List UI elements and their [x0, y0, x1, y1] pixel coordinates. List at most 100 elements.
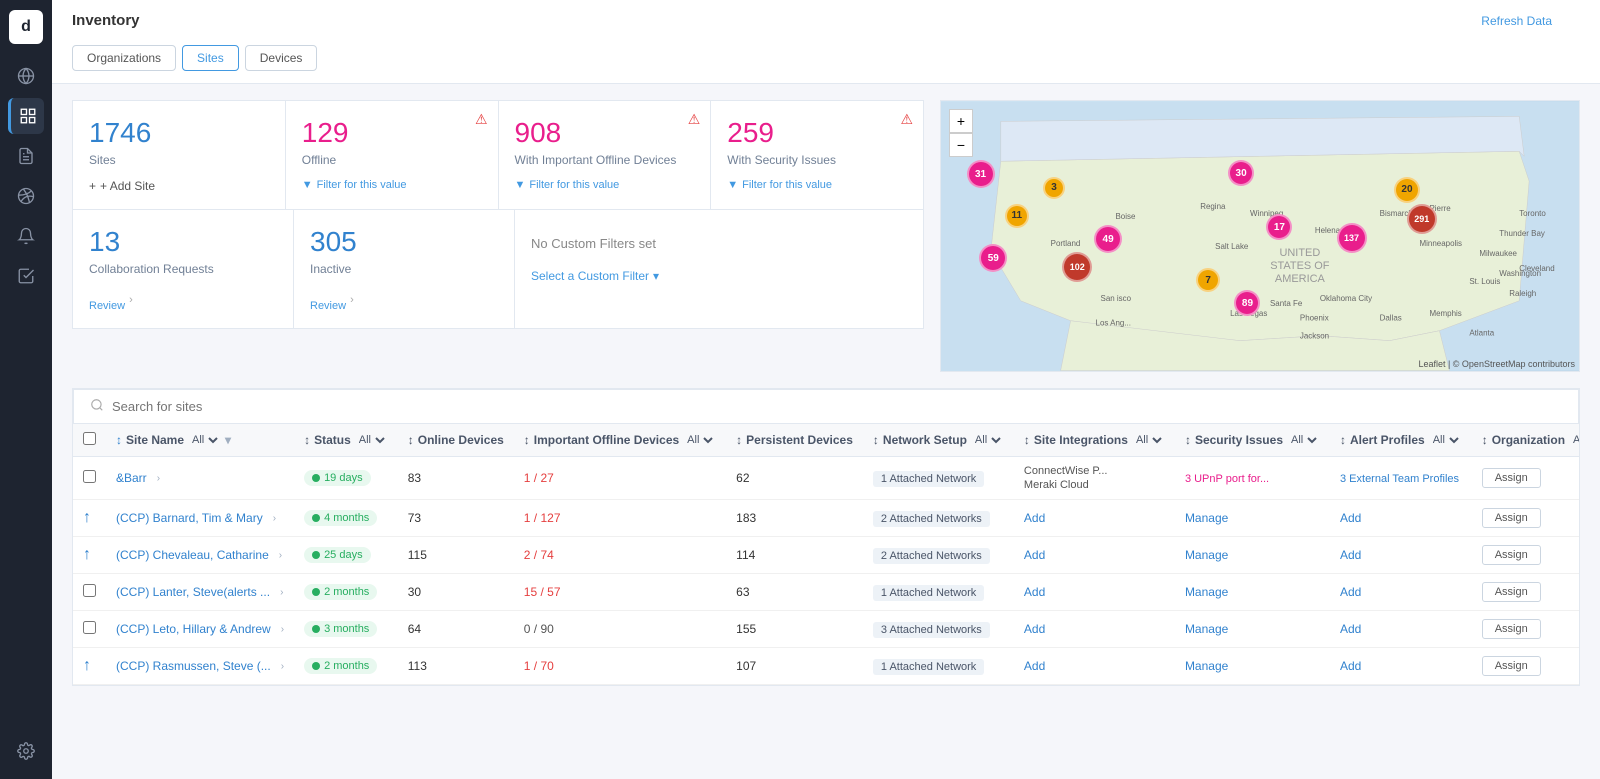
- important-offline-filter-link[interactable]: ▼ Filter for this value: [515, 179, 695, 191]
- alerts-add-link[interactable]: Add: [1340, 622, 1361, 636]
- site-link[interactable]: (CCP) Chevaleau, Catharine: [116, 548, 269, 562]
- row-checkbox[interactable]: [83, 584, 96, 597]
- tab-devices[interactable]: Devices: [245, 45, 318, 71]
- inactive-review-link[interactable]: Review: [310, 300, 346, 312]
- alerts-sort-icon[interactable]: ↕: [1340, 433, 1346, 447]
- alerts-filter[interactable]: All: [1429, 433, 1462, 447]
- offline-filter-link[interactable]: ▼ Filter for this value: [302, 179, 482, 191]
- site-link[interactable]: &Barr: [116, 471, 147, 485]
- cluster-20[interactable]: 20: [1394, 177, 1420, 203]
- row-checkbox[interactable]: [83, 470, 96, 483]
- row-checkbox[interactable]: [83, 621, 96, 634]
- site-name-cell: (CCP) Lanter, Steve(alerts ... ›: [106, 574, 294, 611]
- security-manage-link[interactable]: Manage: [1185, 659, 1228, 673]
- cluster-31[interactable]: 31: [967, 160, 995, 188]
- status-filter[interactable]: All: [355, 433, 388, 447]
- cluster-291[interactable]: 291: [1407, 204, 1437, 234]
- site-link[interactable]: (CCP) Barnard, Tim & Mary: [116, 511, 263, 525]
- alerts-add-link[interactable]: Add: [1340, 659, 1361, 673]
- security-sort-icon[interactable]: ↕: [1185, 433, 1191, 447]
- security-alert-icon: ⚠: [900, 111, 913, 128]
- select-all-checkbox[interactable]: [83, 432, 96, 445]
- cluster-3[interactable]: 3: [1043, 177, 1065, 199]
- sidebar-item-globe[interactable]: [8, 58, 44, 94]
- refresh-data-link[interactable]: Refresh Data: [1481, 14, 1552, 28]
- collab-review-link[interactable]: Review: [89, 300, 125, 312]
- security-manage-link[interactable]: Manage: [1185, 548, 1228, 562]
- assign-button[interactable]: Assign: [1482, 619, 1541, 639]
- integrations-add-link[interactable]: Add: [1024, 511, 1045, 525]
- imp-offline-cell: 1 / 127: [514, 500, 726, 537]
- org-sort-icon[interactable]: ↕: [1482, 433, 1488, 447]
- app-logo[interactable]: d: [9, 10, 43, 44]
- security-cell: Manage: [1175, 500, 1330, 537]
- alerts-add-link[interactable]: Add: [1340, 585, 1361, 599]
- assign-button[interactable]: Assign: [1482, 468, 1541, 488]
- sites-stat-card: 1746 Sites + + Add Site: [72, 100, 286, 209]
- add-site-button[interactable]: + + Add Site: [89, 179, 269, 193]
- imp-offline-filter[interactable]: All: [683, 433, 716, 447]
- network-sort-icon[interactable]: ↕: [873, 433, 879, 447]
- assign-button[interactable]: Assign: [1482, 545, 1541, 565]
- row-expand-icon[interactable]: ›: [280, 587, 283, 598]
- online-cell: 83: [398, 457, 514, 500]
- alerts-add-link[interactable]: Add: [1340, 511, 1361, 525]
- site-link[interactable]: (CCP) Rasmussen, Steve (...: [116, 659, 271, 673]
- online-sort-icon[interactable]: ↕: [408, 433, 414, 447]
- integrations-sort-icon[interactable]: ↕: [1024, 433, 1030, 447]
- map-placeholder: UNITED STATES OF AMERICA Portland Salt L…: [941, 101, 1579, 371]
- sidebar-item-settings[interactable]: [8, 733, 44, 769]
- cluster-11[interactable]: 11: [1005, 204, 1029, 228]
- sidebar-item-reports[interactable]: [8, 138, 44, 174]
- security-filter[interactable]: All: [1287, 433, 1320, 447]
- tab-organizations[interactable]: Organizations: [72, 45, 176, 71]
- security-filter-link[interactable]: ▼ Filter for this value: [727, 179, 907, 191]
- main-content: Inventory Refresh Data Organizations Sit…: [52, 0, 1600, 779]
- select-custom-filter-btn[interactable]: Select a Custom Filter ▾: [531, 269, 907, 283]
- alerts-link[interactable]: 3 External Team Profiles: [1340, 473, 1459, 485]
- imp-offline-cell: 0 / 90: [514, 611, 726, 648]
- security-manage-link[interactable]: Manage: [1185, 585, 1228, 599]
- row-expand-icon[interactable]: ›: [281, 624, 284, 635]
- cluster-137[interactable]: 137: [1337, 223, 1367, 253]
- integrations-add-link[interactable]: Add: [1024, 585, 1045, 599]
- imp-offline-sort-icon[interactable]: ↕: [524, 433, 530, 447]
- sidebar-item-alerts[interactable]: [8, 218, 44, 254]
- alerts-cell: Add: [1330, 611, 1472, 648]
- svg-text:Oklahoma City: Oklahoma City: [1320, 294, 1372, 303]
- sidebar-item-network[interactable]: [8, 178, 44, 214]
- assign-button[interactable]: Assign: [1482, 508, 1541, 528]
- row-expand-icon[interactable]: ›: [273, 513, 276, 524]
- integrations-add-link[interactable]: Add: [1024, 622, 1045, 636]
- map-zoom-out-button[interactable]: −: [949, 133, 973, 157]
- sidebar-item-tickets[interactable]: [8, 258, 44, 294]
- online-devices-header: ↕ Online Devices: [398, 424, 514, 457]
- integrations-add-link[interactable]: Add: [1024, 659, 1045, 673]
- site-link[interactable]: (CCP) Lanter, Steve(alerts ...: [116, 585, 270, 599]
- alerts-header: ↕ Alert Profiles All: [1330, 424, 1472, 457]
- network-filter[interactable]: All: [971, 433, 1004, 447]
- persistent-cell: 155: [726, 611, 863, 648]
- assign-button[interactable]: Assign: [1482, 656, 1541, 676]
- map-zoom-in-button[interactable]: +: [949, 109, 973, 133]
- org-filter[interactable]: All: [1569, 433, 1580, 447]
- security-manage-link[interactable]: Manage: [1185, 511, 1228, 525]
- integrations-filter[interactable]: All: [1132, 433, 1165, 447]
- alerts-add-link[interactable]: Add: [1340, 548, 1361, 562]
- online-cell: 73: [398, 500, 514, 537]
- tab-sites[interactable]: Sites: [182, 45, 239, 71]
- status-sort-icon[interactable]: ↕: [304, 433, 310, 447]
- sort-icon[interactable]: ↕: [116, 433, 122, 447]
- persistent-sort-icon[interactable]: ↕: [736, 433, 742, 447]
- integrations-add-link[interactable]: Add: [1024, 548, 1045, 562]
- sidebar-item-inventory[interactable]: [8, 98, 44, 134]
- security-manage-link[interactable]: Manage: [1185, 622, 1228, 636]
- row-expand-icon[interactable]: ›: [281, 661, 284, 672]
- site-name-filter[interactable]: All: [188, 433, 221, 447]
- site-link[interactable]: (CCP) Leto, Hillary & Andrew: [116, 622, 271, 636]
- assign-button[interactable]: Assign: [1482, 582, 1541, 602]
- row-expand-icon[interactable]: ›: [279, 550, 282, 561]
- search-input[interactable]: [112, 399, 1562, 414]
- row-expand-icon[interactable]: ›: [157, 473, 160, 484]
- status-dot: [312, 551, 320, 559]
